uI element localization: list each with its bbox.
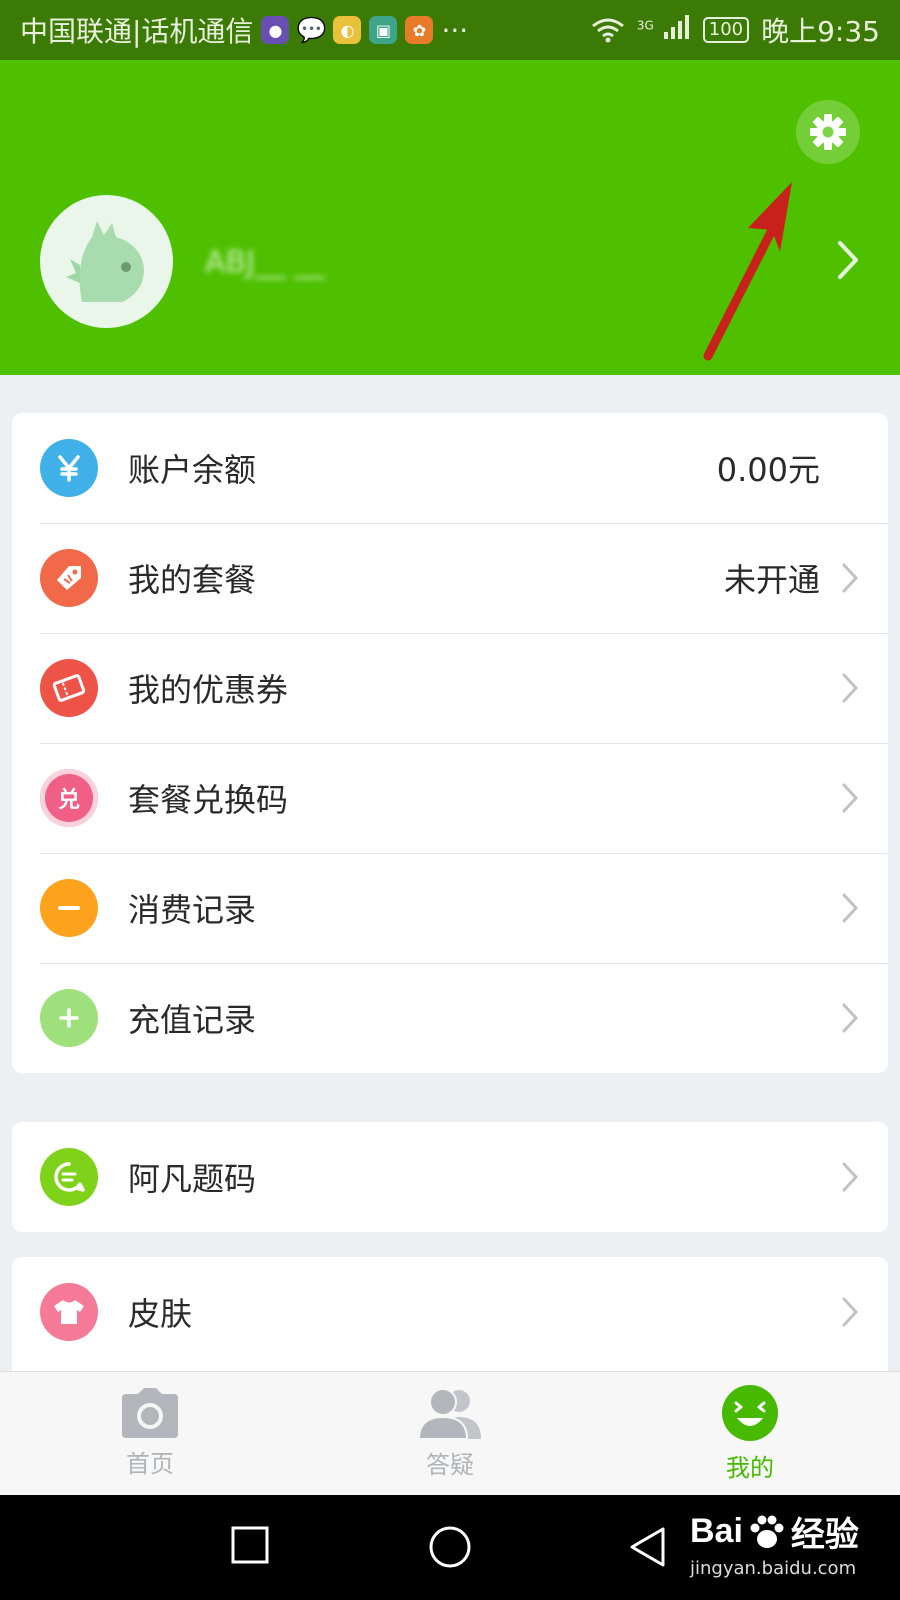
username[interactable]: ABJ__ __ xyxy=(205,245,325,280)
ticket-icon xyxy=(40,659,98,717)
wifi-icon xyxy=(591,18,624,43)
plan-status-value: 未开通 xyxy=(723,561,820,599)
tab-label: 首页 xyxy=(126,1450,174,1478)
afan-code-card: 阿凡题码 xyxy=(12,1122,888,1232)
exchange-icon-glyph: 兑 xyxy=(57,788,80,813)
app-notification-icon: ● xyxy=(261,16,290,44)
menu-row-afan-code[interactable]: 阿凡题码 xyxy=(12,1122,888,1232)
minus-icon xyxy=(40,879,98,937)
gear-icon xyxy=(810,114,846,150)
mascot-icon xyxy=(65,220,144,302)
tag-icon xyxy=(40,549,98,607)
system-nav-bar: Bai 经验 jingyan.baidu.com xyxy=(0,1495,900,1600)
menu-row-recharge-records[interactable]: 充值记录 xyxy=(12,963,888,1073)
settings-button[interactable] xyxy=(796,100,860,164)
watermark-brand-a: Bai xyxy=(690,1512,743,1550)
menu-label: 套餐兑换码 xyxy=(128,781,289,819)
camera-notification-icon: ▣ xyxy=(369,16,398,44)
app-notification-icon: ◐ xyxy=(333,16,362,44)
yuan-icon xyxy=(40,439,98,497)
menu-row-my-plan[interactable]: 我的套餐 未开通 xyxy=(12,523,888,633)
watermark-url: jingyan.baidu.com xyxy=(690,1558,857,1579)
shirt-icon xyxy=(40,1283,98,1341)
exchange-icon: 兑 xyxy=(40,769,98,827)
tab-home[interactable]: 首页 xyxy=(0,1372,300,1495)
status-right: 3G 100 晚上9:35 xyxy=(591,10,880,50)
tab-label: 答疑 xyxy=(426,1451,474,1479)
tab-label: 我的 xyxy=(726,1454,774,1482)
status-left: 中国联通|话机通信 ● 💬 ◐ ▣ ✿ ··· xyxy=(20,10,468,50)
menu-label: 充值记录 xyxy=(128,1001,257,1039)
baidu-watermark: Bai 经验 jingyan.baidu.com xyxy=(690,1507,859,1579)
back-icon[interactable] xyxy=(628,1525,668,1569)
balance-value: 0.00元 xyxy=(716,451,820,489)
chevron-right-icon xyxy=(842,1162,859,1192)
menu-label: 皮肤 xyxy=(128,1295,193,1333)
annotation-arrow xyxy=(703,182,792,361)
clock: 晚上9:35 xyxy=(761,15,880,48)
message-notification-icon: 💬 xyxy=(296,16,327,44)
menu-label: 阿凡题码 xyxy=(128,1160,257,1198)
menu-row-coupons[interactable]: 我的优惠券 xyxy=(12,633,888,743)
bottom-tab-bar: 首页 答疑 我的 xyxy=(0,1371,900,1495)
signal-icon xyxy=(663,14,689,39)
smile-icon xyxy=(722,1385,778,1441)
tab-qa[interactable]: 答疑 xyxy=(300,1372,600,1495)
camera-icon xyxy=(122,1388,178,1438)
browser-notification-icon: ✿ xyxy=(405,16,434,44)
account-menu-card: 账户余额 0.00元 我的套餐 未开通 我的优惠券 兑 套餐兑换码 消费记录 充… xyxy=(12,413,888,1073)
chevron-right-icon xyxy=(842,673,859,703)
chevron-right-icon xyxy=(842,563,859,593)
menu-label: 我的套餐 xyxy=(128,561,257,599)
status-bar: 中国联通|话机通信 ● 💬 ◐ ▣ ✿ ··· 3G 100 晚上9:35 xyxy=(0,0,900,60)
carrier-label: 中国联通|话机通信 xyxy=(20,15,254,48)
skin-card: 皮肤 xyxy=(12,1257,888,1371)
paw-icon xyxy=(750,1515,784,1548)
more-notifications: ··· xyxy=(441,13,469,47)
tab-mine[interactable]: 我的 xyxy=(600,1372,900,1495)
plus-icon xyxy=(40,989,98,1047)
battery-indicator: 100 xyxy=(702,17,750,43)
network-type: 3G xyxy=(636,18,654,33)
menu-row-skin[interactable]: 皮肤 xyxy=(12,1257,888,1367)
users-icon xyxy=(419,1388,481,1439)
menu-row-spending-records[interactable]: 消费记录 xyxy=(12,853,888,963)
avatar[interactable] xyxy=(40,195,173,328)
menu-label: 账户余额 xyxy=(128,451,257,489)
profile-header: ABJ__ __ xyxy=(0,60,900,375)
watermark-brand-b: 经验 xyxy=(790,1516,859,1554)
menu-label: 我的优惠券 xyxy=(128,671,289,709)
menu-label: 消费记录 xyxy=(128,891,257,929)
chat-icon xyxy=(40,1148,98,1206)
chevron-right-icon xyxy=(842,1297,859,1327)
menu-row-balance[interactable]: 账户余额 0.00元 xyxy=(12,413,888,523)
recent-apps-icon[interactable] xyxy=(230,1525,270,1565)
watermark-brand: Bai 经验 xyxy=(690,1507,859,1556)
chevron-right-icon xyxy=(842,783,859,813)
profile-chevron-icon[interactable] xyxy=(834,238,862,282)
chevron-right-icon xyxy=(842,1003,859,1033)
menu-row-redeem-code[interactable]: 兑 套餐兑换码 xyxy=(12,743,888,853)
home-icon[interactable] xyxy=(428,1525,472,1569)
chevron-right-icon xyxy=(842,893,859,923)
signal-indicator: 3G xyxy=(637,14,691,47)
